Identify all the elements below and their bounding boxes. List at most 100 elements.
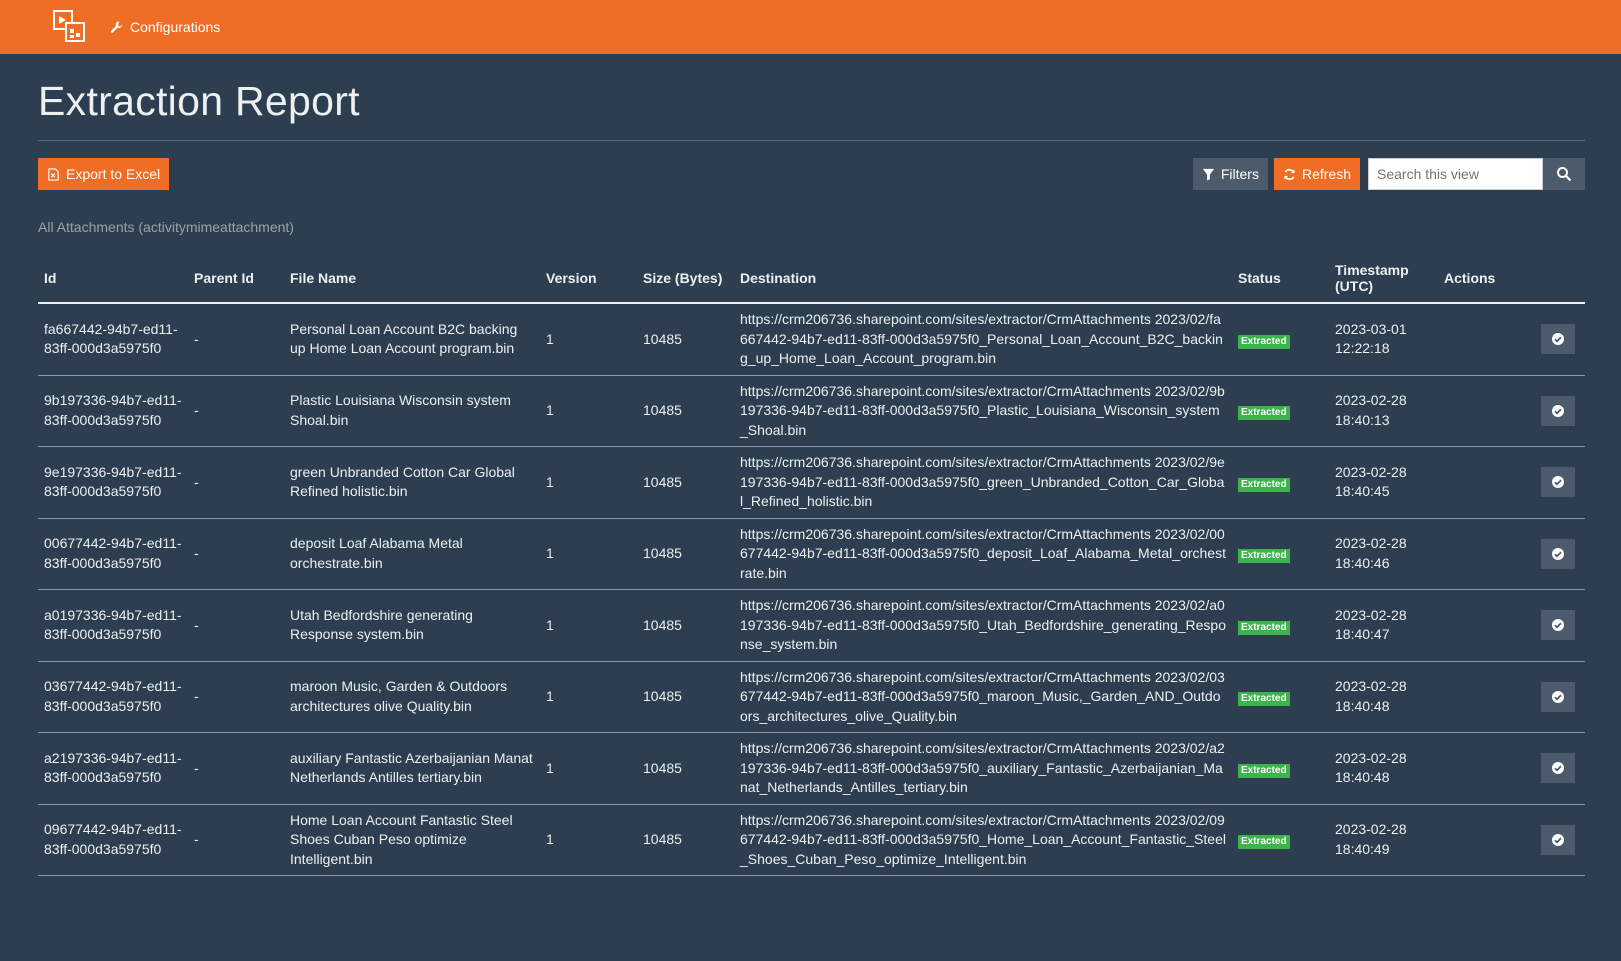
timestamp-date: 2023-02-28 xyxy=(1335,535,1407,552)
nav-configurations-label: Configurations xyxy=(130,19,221,35)
top-navbar: Configurations xyxy=(0,0,1621,54)
status-badge: Extracted xyxy=(1238,334,1290,349)
table-row: 9e197336-94b7-ed11-83ff-000d3a5975f0 - g… xyxy=(38,446,1585,519)
cell-size: 10485 xyxy=(637,732,734,805)
cell-id: 9e197336-94b7-ed11-83ff-000d3a5975f0 xyxy=(38,446,188,519)
column-header-file-name[interactable]: File Name xyxy=(284,253,540,304)
column-header-destination[interactable]: Destination xyxy=(734,253,1232,304)
export-to-excel-label: Export to Excel xyxy=(66,166,161,182)
cell-timestamp: 2023-02-28 18:40:48 xyxy=(1329,661,1438,733)
row-action-button[interactable] xyxy=(1541,538,1575,569)
title-divider xyxy=(38,140,1585,141)
timestamp-time: 18:40:46 xyxy=(1335,554,1390,571)
cell-parent-id: - xyxy=(188,661,284,733)
table-row: fa667442-94b7-ed11-83ff-000d3a5975f0 - P… xyxy=(38,303,1585,376)
column-header-status[interactable]: Status xyxy=(1232,253,1329,304)
cell-size: 10485 xyxy=(637,804,734,876)
cell-id: fa667442-94b7-ed11-83ff-000d3a5975f0 xyxy=(38,303,188,376)
cell-size: 10485 xyxy=(637,303,734,376)
row-action-button[interactable] xyxy=(1541,610,1575,641)
cell-status: Extracted xyxy=(1232,375,1329,447)
cell-destination: https://crm206736.sharepoint.com/sites/e… xyxy=(734,375,1232,447)
column-header-version[interactable]: Version xyxy=(540,253,637,304)
check-circle-icon xyxy=(1552,476,1564,489)
column-header-id[interactable]: Id xyxy=(38,253,188,304)
cell-status: Extracted xyxy=(1232,446,1329,519)
cell-status: Extracted xyxy=(1232,303,1329,376)
cell-version: 1 xyxy=(540,518,637,590)
cell-version: 1 xyxy=(540,732,637,805)
table-row: 9b197336-94b7-ed11-83ff-000d3a5975f0 - P… xyxy=(38,375,1585,447)
row-action-button[interactable] xyxy=(1541,467,1575,498)
cell-actions xyxy=(1438,446,1585,519)
export-to-excel-button[interactable]: Export to Excel xyxy=(38,158,170,190)
column-header-timestamp[interactable]: Timestamp (UTC) xyxy=(1329,253,1438,304)
page-title: Extraction Report xyxy=(38,78,360,124)
view-subtitle: All Attachments (activitymimeattachment) xyxy=(38,219,294,235)
timestamp-date: 2023-02-28 xyxy=(1335,749,1407,766)
cell-timestamp: 2023-02-28 18:40:49 xyxy=(1329,804,1438,876)
table-row: 03677442-94b7-ed11-83ff-000d3a5975f0 - m… xyxy=(38,661,1585,733)
status-badge: Extracted xyxy=(1238,549,1290,563)
search-icon xyxy=(1557,167,1572,182)
timestamp-date: 2023-02-28 xyxy=(1335,392,1407,409)
table-row: 00677442-94b7-ed11-83ff-000d3a5975f0 - d… xyxy=(38,518,1585,590)
timestamp-date: 2023-02-28 xyxy=(1335,463,1407,480)
search-input[interactable] xyxy=(1368,158,1543,190)
cell-file-name: green Unbranded Cotton Car Global Refine… xyxy=(284,446,540,519)
cell-destination: https://crm206736.sharepoint.com/sites/e… xyxy=(734,661,1232,733)
cell-file-name: maroon Music, Garden & Outdoors architec… xyxy=(284,661,540,733)
check-circle-icon xyxy=(1552,333,1564,346)
search-button[interactable] xyxy=(1543,158,1585,190)
nav-configurations[interactable]: Configurations xyxy=(110,19,220,35)
row-action-button[interactable] xyxy=(1541,395,1575,426)
filter-icon xyxy=(1202,168,1214,181)
cell-destination: https://crm206736.sharepoint.com/sites/e… xyxy=(734,732,1232,805)
cell-actions xyxy=(1438,804,1585,876)
timestamp-date: 2023-02-28 xyxy=(1335,821,1407,838)
cell-file-name: auxiliary Fantastic Azerbaijanian Manat … xyxy=(284,732,540,805)
cell-parent-id: - xyxy=(188,375,284,447)
check-circle-icon xyxy=(1552,547,1564,560)
app-logo-icon[interactable] xyxy=(52,9,88,45)
refresh-button[interactable]: Refresh xyxy=(1273,158,1360,190)
timestamp-time: 18:40:47 xyxy=(1335,626,1390,643)
cell-parent-id: - xyxy=(188,518,284,590)
excel-file-icon xyxy=(48,167,59,181)
toolbar: Export to Excel Filters Refresh xyxy=(38,157,1585,191)
table-row: 09677442-94b7-ed11-83ff-000d3a5975f0 - H… xyxy=(38,804,1585,876)
row-action-button[interactable] xyxy=(1541,681,1575,712)
row-action-button[interactable] xyxy=(1541,324,1575,355)
filters-button[interactable]: Filters xyxy=(1192,158,1268,190)
cell-destination: https://crm206736.sharepoint.com/sites/e… xyxy=(734,518,1232,590)
cell-actions xyxy=(1438,303,1585,376)
timestamp-date: 2023-02-28 xyxy=(1335,606,1407,623)
cell-timestamp: 2023-02-28 18:40:13 xyxy=(1329,375,1438,447)
cell-version: 1 xyxy=(540,589,637,662)
cell-status: Extracted xyxy=(1232,661,1329,733)
timestamp-time: 18:40:48 xyxy=(1335,769,1390,786)
cell-version: 1 xyxy=(540,446,637,519)
timestamp-time: 18:40:45 xyxy=(1335,483,1390,500)
status-badge: Extracted xyxy=(1238,477,1290,492)
cell-id: 9b197336-94b7-ed11-83ff-000d3a5975f0 xyxy=(38,375,188,447)
row-action-button[interactable] xyxy=(1541,753,1575,784)
table-header-row: Id Parent Id File Name Version Size (Byt… xyxy=(38,253,1585,304)
cell-destination: https://crm206736.sharepoint.com/sites/e… xyxy=(734,446,1232,519)
cell-version: 1 xyxy=(540,375,637,447)
check-circle-icon xyxy=(1552,762,1564,775)
cell-destination: https://crm206736.sharepoint.com/sites/e… xyxy=(734,589,1232,662)
check-circle-icon xyxy=(1552,833,1564,846)
row-action-button[interactable] xyxy=(1541,824,1575,855)
cell-actions xyxy=(1438,589,1585,662)
timestamp-time: 18:40:49 xyxy=(1335,840,1390,857)
table-row: a0197336-94b7-ed11-83ff-000d3a5975f0 - U… xyxy=(38,589,1585,662)
cell-actions xyxy=(1438,732,1585,805)
cell-parent-id: - xyxy=(188,589,284,662)
cell-file-name: Utah Bedfordshire generating Response sy… xyxy=(284,589,540,662)
timestamp-date: 2023-03-01 xyxy=(1335,320,1407,337)
timestamp-time: 12:22:18 xyxy=(1335,340,1390,357)
column-header-size[interactable]: Size (Bytes) xyxy=(637,253,734,304)
cell-actions xyxy=(1438,661,1585,733)
column-header-parent-id[interactable]: Parent Id xyxy=(188,253,284,304)
